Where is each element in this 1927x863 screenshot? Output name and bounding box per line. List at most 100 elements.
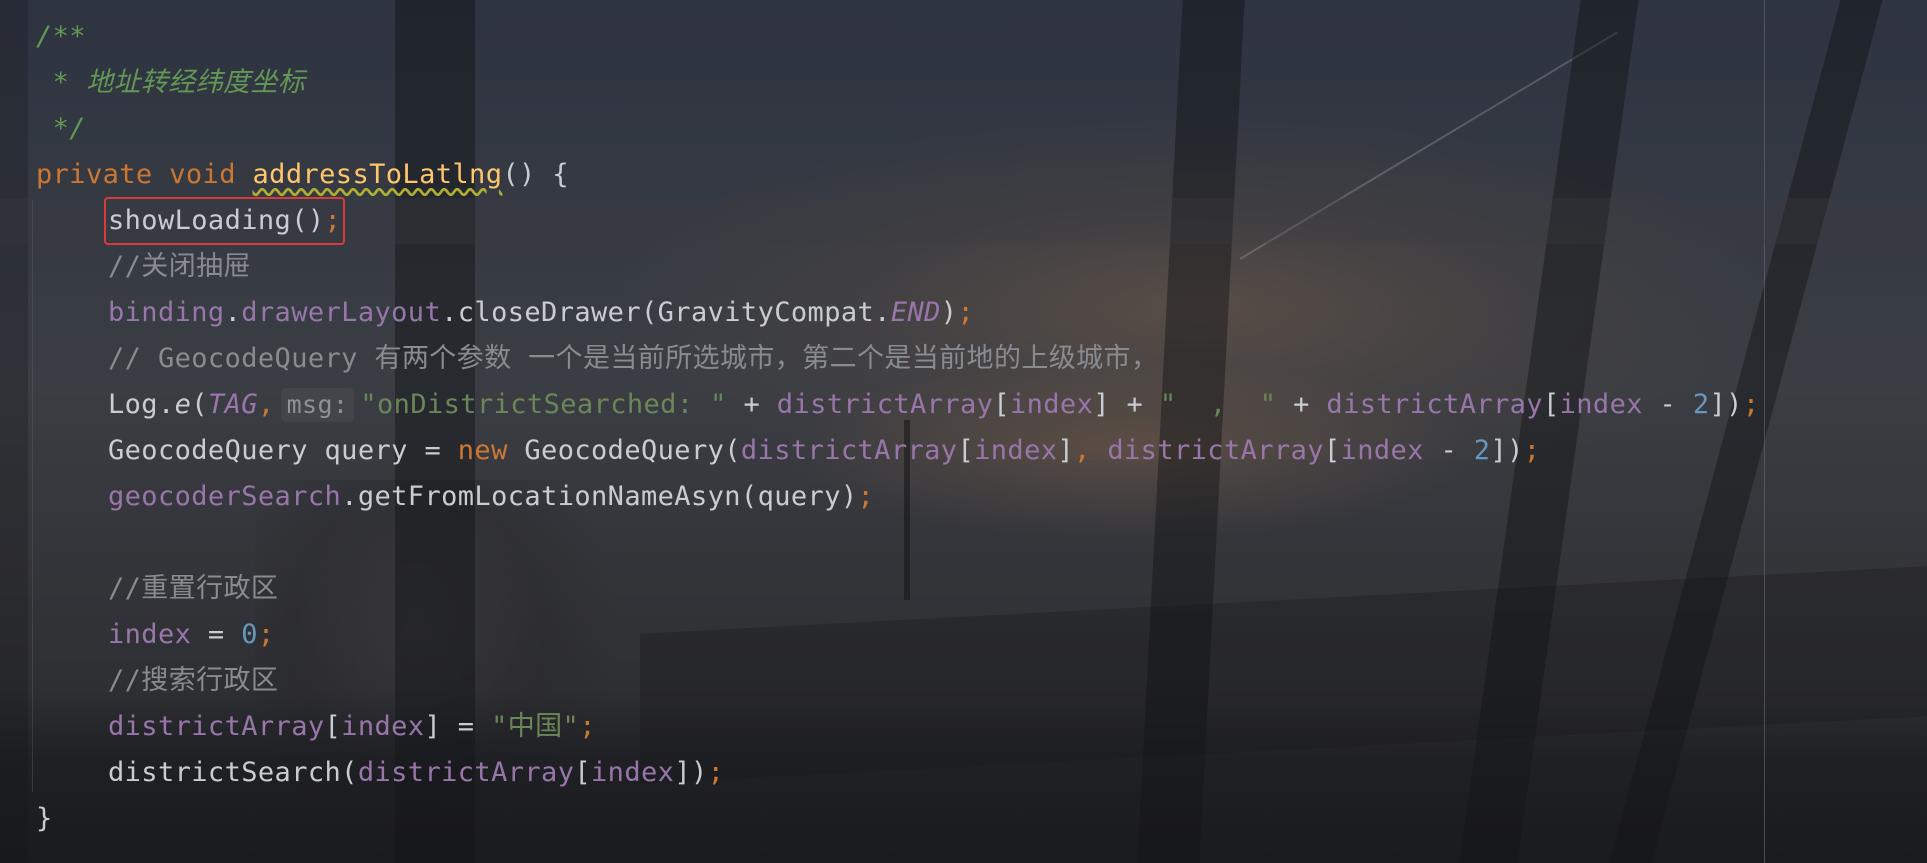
semicolon: ; <box>857 481 875 512</box>
bracket: [ <box>1323 435 1341 466</box>
code-line-14[interactable]: index = 0; <box>36 612 1759 658</box>
bracket: ] <box>1093 389 1110 420</box>
highlighted-statement[interactable]: showLoading(); <box>103 197 346 245</box>
semicolon: ; <box>707 757 725 788</box>
field-district-array: districtArray <box>740 435 958 466</box>
field-district-array: districtArray <box>776 389 994 420</box>
string-literal: " , " <box>1159 389 1277 420</box>
call-show-loading: showLoading() <box>108 205 325 236</box>
semicolon: ; <box>324 205 342 236</box>
bracket: [ <box>957 435 975 466</box>
log-class: Log. <box>108 389 175 420</box>
doc-comment-open: /** <box>36 21 86 52</box>
call-close-drawer: .closeDrawer(GravityCompat. <box>441 297 891 328</box>
bracket: [ <box>324 711 342 742</box>
call-get-from-location: .getFromLocationNameAsyn(query) <box>341 481 858 512</box>
bracket: ]) <box>674 757 708 788</box>
number-literal: 0 <box>241 619 258 650</box>
operator: + <box>1109 389 1160 420</box>
operator: + <box>1276 389 1327 420</box>
call-district-search: districtSearch( <box>108 757 358 788</box>
code-line-10[interactable]: GeocodeQuery query = new GeocodeQuery(di… <box>36 428 1759 474</box>
string-literal: "中国" <box>491 711 580 742</box>
string-literal: "onDistrictSearched: " <box>360 389 727 420</box>
code-line-13[interactable]: //重置行政区 <box>36 566 1759 612</box>
comma: , <box>257 389 275 420</box>
bracket: ] <box>424 711 442 742</box>
code-line-15[interactable]: //搜索行政区 <box>36 658 1759 704</box>
code-line-18[interactable]: } <box>36 796 1759 842</box>
line-comment: //关闭抽屉 <box>108 251 251 282</box>
constant-tag: TAG <box>207 389 258 420</box>
right-margin-guide <box>1764 0 1765 863</box>
keyword-void: void <box>169 159 236 190</box>
constant-end: END <box>890 297 941 328</box>
field-index: index <box>591 757 675 788</box>
field-district-array: districtArray <box>1326 389 1543 420</box>
code-line-1[interactable]: /** <box>36 14 1759 60</box>
operator: - <box>1423 435 1474 466</box>
line-comment: //重置行政区 <box>108 573 279 604</box>
line-comment: //搜索行政区 <box>108 665 279 696</box>
operator: - <box>1642 389 1693 420</box>
field-index: index <box>341 711 425 742</box>
code-line-2[interactable]: * 地址转经纬度坐标 <box>36 60 1759 106</box>
doc-comment-text: * 地址转经纬度坐标 <box>36 67 306 98</box>
semicolon: ; <box>257 619 275 650</box>
bracket: [ <box>574 757 592 788</box>
operator: + <box>726 389 777 420</box>
code-line-11[interactable]: geocoderSearch.getFromLocationNameAsyn(q… <box>36 474 1759 520</box>
field-district-array: districtArray <box>1107 435 1324 466</box>
code-line-12[interactable] <box>36 520 1759 566</box>
comma: , <box>1074 435 1108 466</box>
code-line-4[interactable]: private void addressToLatlng() { <box>36 152 1759 198</box>
field-geocoder-search: geocoderSearch <box>108 481 342 512</box>
code-line-9[interactable]: Log.e(TAG, msg: "onDistrictSearched: " + d… <box>36 382 1759 428</box>
bracket: ] <box>1057 435 1075 466</box>
method-name[interactable]: addressToLatlng <box>253 159 503 190</box>
parameter-hint: msg: <box>280 388 355 422</box>
field-binding: binding <box>108 297 225 328</box>
semicolon: ; <box>1523 435 1541 466</box>
background-window-frame <box>0 0 28 863</box>
operator: = <box>441 711 492 742</box>
code-line-3[interactable]: */ <box>36 106 1759 152</box>
bracket: [ <box>1542 389 1560 420</box>
code-line-17[interactable]: districtSearch(districtArray[index]); <box>36 750 1759 796</box>
operator: = <box>191 619 242 650</box>
semicolon: ; <box>579 711 596 742</box>
field-drawer-layout: drawerLayout <box>241 297 442 328</box>
code-line-5[interactable]: showLoading(); <box>36 197 1759 245</box>
closing-brace: } <box>36 803 53 834</box>
paren-open: ( <box>191 389 208 420</box>
number-literal: 2 <box>1473 435 1491 466</box>
field-index: index <box>1340 435 1424 466</box>
dot: . <box>224 297 242 328</box>
keyword-new: new <box>457 435 508 466</box>
bracket: ]) <box>1490 435 1524 466</box>
indent-guide <box>32 200 33 792</box>
code-area[interactable]: /** * 地址转经纬度坐标 */ private void addressTo… <box>36 14 1759 842</box>
code-line-7[interactable]: binding.drawerLayout.closeDrawer(Gravity… <box>36 290 1759 336</box>
field-index: index <box>1009 389 1094 420</box>
line-comment: // GeocodeQuery 有两个参数 一个是当前所选城市，第二个是当前地的… <box>108 343 1159 374</box>
code-editor[interactable]: /** * 地址转经纬度坐标 */ private void addressTo… <box>0 0 1927 863</box>
bracket: [ <box>993 389 1010 420</box>
method-signature-rest: () { <box>502 159 569 190</box>
field-index: index <box>1559 389 1643 420</box>
declaration: GeocodeQuery query = <box>108 435 458 466</box>
number-literal: 2 <box>1692 389 1710 420</box>
field-district-array: districtArray <box>357 757 575 788</box>
semicolon: ; <box>1742 389 1760 420</box>
code-line-6[interactable]: //关闭抽屉 <box>36 244 1759 290</box>
field-district-array: districtArray <box>108 711 325 742</box>
field-index: index <box>974 435 1058 466</box>
bracket: ]) <box>1709 389 1743 420</box>
log-method: e <box>174 389 192 420</box>
code-line-16[interactable]: districtArray[index] = "中国"; <box>36 704 1759 750</box>
code-line-8[interactable]: // GeocodeQuery 有两个参数 一个是当前所选城市，第二个是当前地的… <box>36 336 1759 382</box>
doc-comment-close: */ <box>36 113 86 144</box>
constructor-call: GeocodeQuery( <box>507 435 741 466</box>
keyword-private: private <box>36 159 153 190</box>
paren-close: ) <box>940 297 958 328</box>
